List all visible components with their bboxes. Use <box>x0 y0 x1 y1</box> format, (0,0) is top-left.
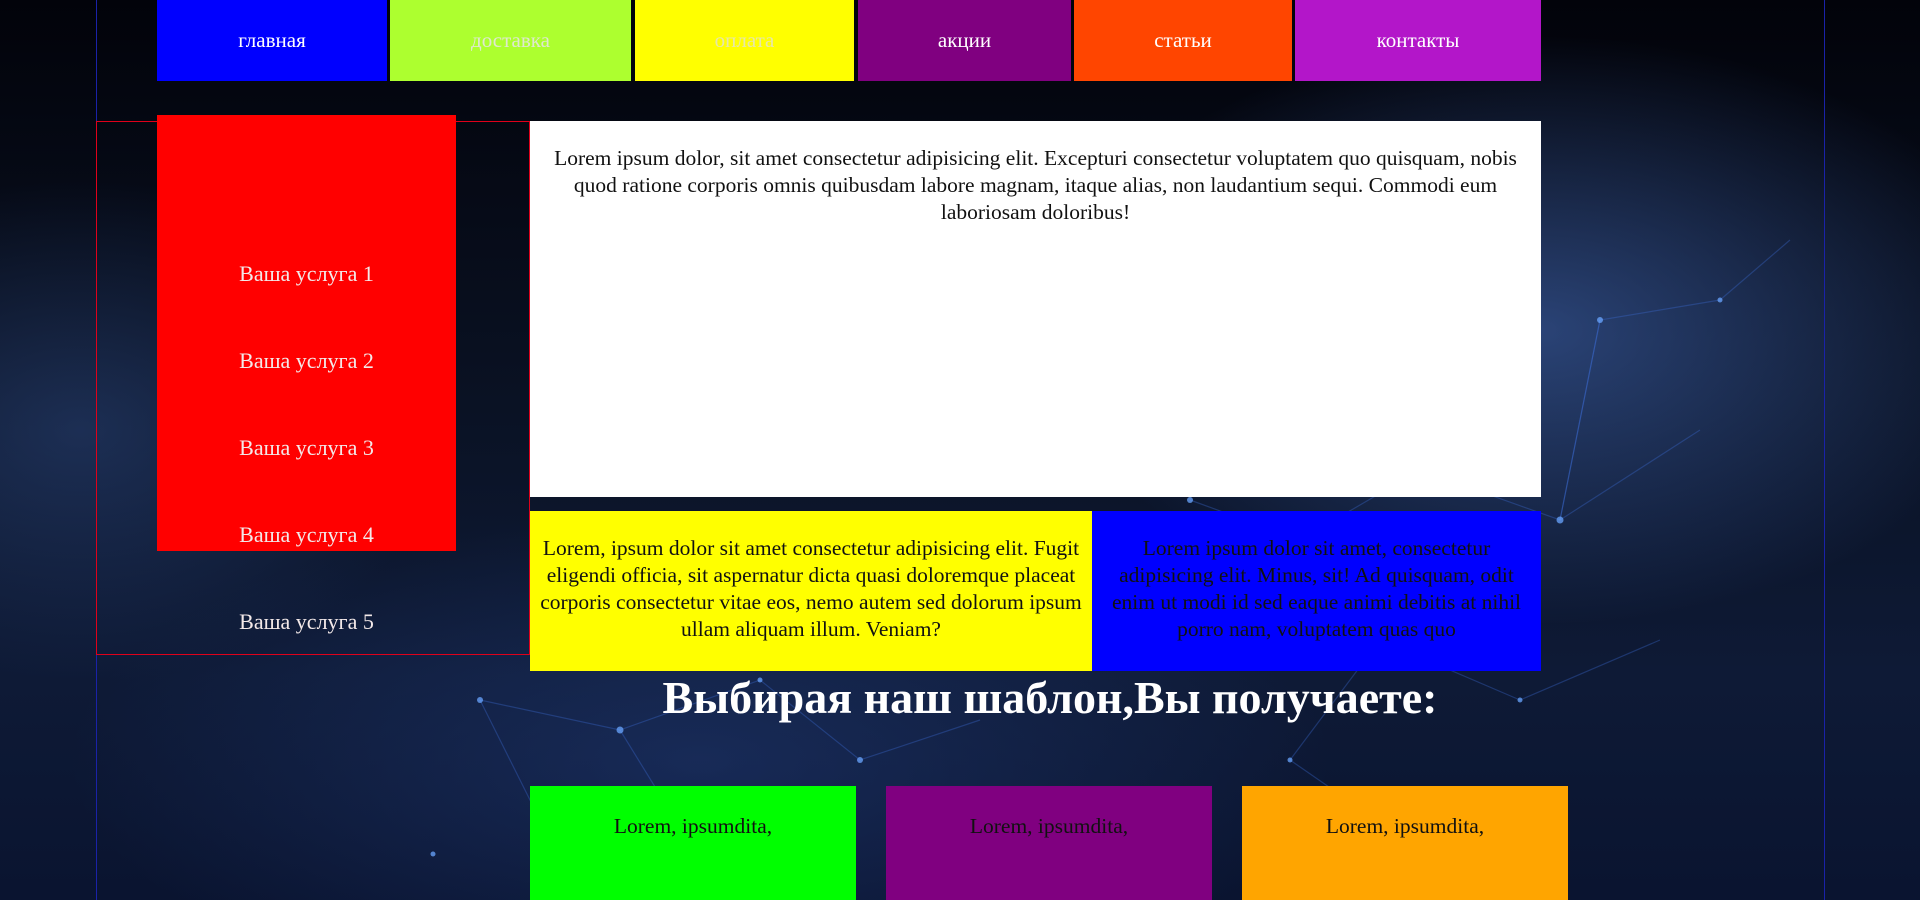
feature-card-3: Lorem, ipsumdita, <box>1242 786 1568 900</box>
nav-item-label: акции <box>937 28 992 52</box>
main-content-box: Lorem ipsum dolor, sit amet consectetur … <box>530 121 1541 497</box>
feature-card-label: Lorem, ipsumdita, <box>613 813 773 838</box>
sidebar-item-label: Ваша услуга 5 <box>239 609 374 634</box>
sidebar-item-service-2[interactable]: Ваша услуга 2 <box>157 348 456 374</box>
nav-item-delivery[interactable]: доставка <box>390 0 631 81</box>
nav-item-promotions[interactable]: акции <box>858 0 1071 81</box>
nav-item-payment[interactable]: оплата <box>635 0 854 81</box>
sidebar-item-label: Ваша услуга 3 <box>239 435 374 460</box>
nav-item-label: оплата <box>714 28 775 52</box>
feature-card-2: Lorem, ipsumdita, <box>886 786 1212 900</box>
section-headline: Выбирая наш шаблон,Вы получаете: <box>662 672 1438 723</box>
main-text: Lorem ipsum dolor, sit amet consectetur … <box>554 146 1517 224</box>
sidebar-item-service-3[interactable]: Ваша услуга 3 <box>157 435 456 461</box>
sidebar-item-service-4[interactable]: Ваша услуга 4 <box>157 522 456 548</box>
info-column-blue: Lorem ipsum dolor sit amet, consectetur … <box>1092 511 1541 671</box>
feature-card-label: Lorem, ipsumdita, <box>969 813 1129 838</box>
info-column-text: Lorem ipsum dolor sit amet, consectetur … <box>1111 536 1522 641</box>
nav-item-label: контакты <box>1376 28 1460 52</box>
feature-card-1: Lorem, ipsumdita, <box>530 786 856 900</box>
frame-right-line <box>1824 0 1825 900</box>
info-column-text: Lorem, ipsum dolor sit amet consectetur … <box>540 536 1082 641</box>
sidebar-item-service-5[interactable]: Ваша услуга 5 <box>157 609 456 635</box>
nav-item-label: доставка <box>471 28 550 52</box>
info-column-yellow: Lorem, ipsum dolor sit amet consectetur … <box>530 511 1092 671</box>
sidebar-item-label: Ваша услуга 1 <box>239 261 374 286</box>
sidebar-item-service-1[interactable]: Ваша услуга 1 <box>157 261 456 287</box>
feature-card-label: Lorem, ipsumdita, <box>1325 813 1485 838</box>
nav-item-contacts[interactable]: контакты <box>1295 0 1541 81</box>
nav-item-home[interactable]: главная <box>157 0 387 81</box>
nav-item-label: главная <box>238 28 306 52</box>
nav-item-articles[interactable]: статьи <box>1074 0 1292 81</box>
sidebar-item-label: Ваша услуга 2 <box>239 348 374 373</box>
sidebar-item-label: Ваша услуга 4 <box>239 522 374 547</box>
nav-item-label: статьи <box>1154 28 1212 52</box>
sidebar: Ваша услуга 1 Ваша услуга 2 Ваша услуга … <box>157 115 456 634</box>
